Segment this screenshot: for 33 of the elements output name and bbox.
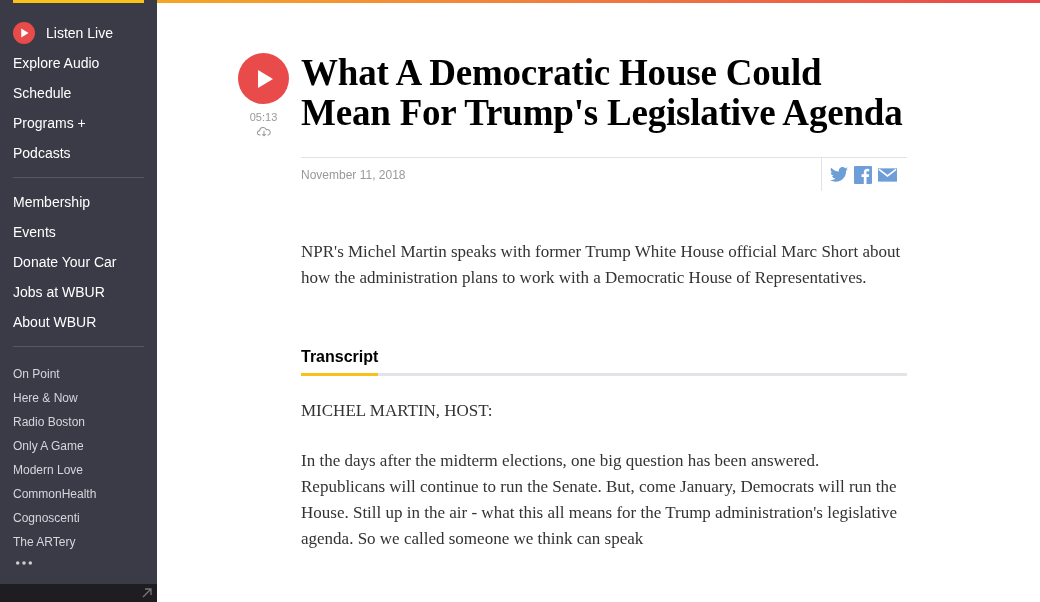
nav-link[interactable]: Here & Now xyxy=(13,386,78,410)
nav-link[interactable]: About WBUR xyxy=(13,307,97,337)
article-title: What A Democratic House Could Mean For Trump's Legislative Agenda xyxy=(301,53,904,133)
nav-link[interactable]: The ARTery xyxy=(13,530,76,554)
nav-link[interactable]: Schedule xyxy=(13,78,72,108)
play-button[interactable] xyxy=(238,53,289,104)
nav-link[interactable]: On Point xyxy=(13,362,60,386)
nav-link[interactable]: Programs + Podcasts xyxy=(13,108,144,168)
nav-link[interactable]: CommonHealth xyxy=(13,482,97,506)
nav-link[interactable]: Explore Audio xyxy=(13,48,100,78)
play-icon xyxy=(255,68,275,89)
facebook-icon[interactable] xyxy=(854,165,872,184)
article-summary: NPR's Michel Martin speaks with former Trump White House official Marc Short about how the administration plans to work with a Democratic House of Representatives. xyxy=(301,241,902,289)
more-icon xyxy=(15,560,33,566)
nav-link[interactable]: Modern Love xyxy=(13,458,84,482)
nav-link[interactable]: Only A Game xyxy=(13,434,84,458)
twitter-icon[interactable] xyxy=(830,167,848,182)
nav-link[interactable]: Cognoscenti xyxy=(13,506,80,530)
nav-link[interactable]: Radio Boston xyxy=(13,410,86,434)
nav-link[interactable]: Jobs at WBUR xyxy=(13,277,105,307)
transcript-paragraph: MICHEL MARTIN, HOST: xyxy=(301,400,494,422)
transcript-paragraph: In the days after the midterm elections, one big question has been answered. Republicans will continue to run the Senate. But, come January, Democrats will run the House. Still up in the air - what this all means for the Trump administration's legislative agenda. So we called someone we think can speak xyxy=(301,450,899,550)
email-icon[interactable] xyxy=(878,167,897,182)
article-date: November 11, 2018 xyxy=(301,166,407,184)
play-icon xyxy=(13,22,35,44)
nav-link[interactable]: Membership xyxy=(13,187,91,217)
listen-live-link[interactable]: Listen Live xyxy=(13,18,113,48)
nav-link[interactable]: Donate Your Car xyxy=(13,247,117,277)
expand-arrow-icon[interactable] xyxy=(141,587,153,599)
audio-duration: 05:13 xyxy=(249,110,278,124)
transcript-tab[interactable]: Transcript xyxy=(301,345,379,376)
download-icon[interactable] xyxy=(256,126,271,137)
nav-link[interactable]: Events xyxy=(13,217,56,247)
